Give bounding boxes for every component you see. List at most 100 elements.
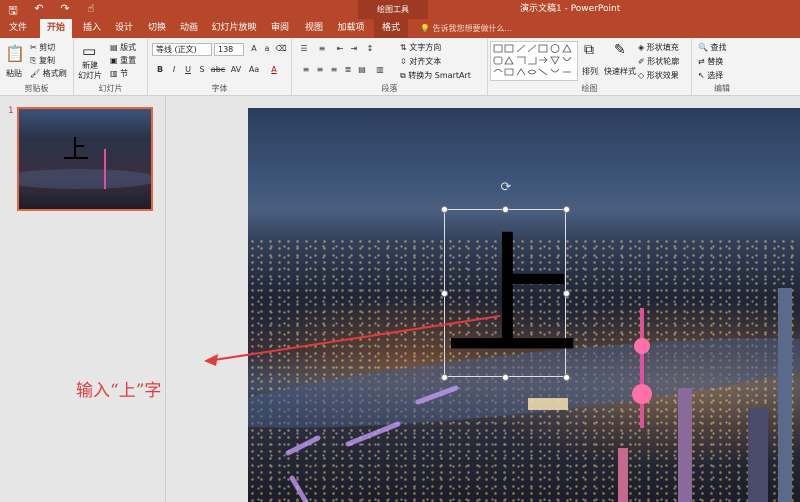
columns-icon[interactable]: ▥ [374,64,386,76]
effects-icon: ◇ [638,71,645,80]
shrink-font-icon[interactable]: a [261,43,273,55]
paste-button[interactable]: 粘贴 [6,68,22,79]
cursor-icon: ↖ [698,71,705,80]
paste-icon[interactable]: 📋 [5,44,25,63]
shape-effects-button[interactable]: ◇ 形状效果 [638,70,679,81]
replace-button[interactable]: ⇄ 替换 [698,56,723,67]
underline-button[interactable]: U [182,64,194,76]
search-icon: 🔍 [698,43,708,52]
align-text-icon: ⇳ [400,57,407,66]
line-spacing-icon[interactable]: ↕ [364,43,376,55]
decrease-indent-icon[interactable]: ⇤ [334,43,346,55]
resize-handle-bottom-right[interactable] [563,374,570,381]
slide-text-character[interactable]: 上 [444,218,580,378]
slides-group: ▭ 新建 幻灯片 ▤ 版式 ▣ 重置 ▥ 节 幻灯片 [74,38,148,96]
align-right-icon[interactable]: ≡ [328,64,340,76]
drawing-group: ⧉ 排列 ✎ 快速样式 ◈ 形状填充 ✐ 形状轮廓 ◇ 形状效果 绘图 [488,38,692,96]
tab-home[interactable]: 开始 [40,19,72,38]
tab-format[interactable]: 格式 [374,19,408,38]
new-slide-button-line2[interactable]: 幻灯片 [78,70,102,81]
copy-button[interactable]: ⎘ 复制 [30,55,55,66]
quick-styles-button[interactable]: 快速样式 [604,66,636,77]
new-slide-icon[interactable]: ▭ [82,42,96,60]
arrange-icon[interactable]: ⧉ [584,42,594,58]
numbering-icon[interactable]: ≡ [316,43,328,55]
align-left-icon[interactable]: ≡ [300,64,312,76]
ribbon: 📋 粘贴 ✂ 剪切 ⎘ 复制 🖌 格式刷 剪贴板 ▭ 新建 幻灯片 ▤ 版式 ▣… [0,38,800,96]
font-group: 等线 (正文) 138 A a ⌫ B I U S abc AV Aa A 字体 [148,38,292,96]
align-center-icon[interactable]: ≡ [314,64,326,76]
drawing-tools-label: 绘图工具 [358,0,428,19]
smartart-button[interactable]: ⧉ 转换为 SmartArt [400,70,471,81]
ribbon-tab-bar: 文件 开始 插入 设计 切换 动画 幻灯片放映 审阅 视图 加载项 格式 💡 告… [0,19,800,38]
resize-handle-top-left[interactable] [441,206,448,213]
annotation-text: 输入“上”字 [76,381,162,401]
find-button[interactable]: 🔍 查找 [698,42,727,53]
arrange-button[interactable]: 排列 [582,66,598,77]
title-bar: 🖫 ↶ ↷ ☝ 绘图工具 演示文稿1 - PowerPoint [0,0,800,19]
slide-number: 1 [8,106,14,116]
shape-outline-button[interactable]: ✐ 形状轮廓 [638,56,679,67]
font-name-select[interactable]: 等线 (正文) [152,43,212,56]
resize-handle-left[interactable] [441,290,448,297]
paragraph-group: ☰ ≡ ⇤ ⇥ ↕ ≡ ≡ ≡ ≣ ▤ ▥ ⇅ 文字方向 ⇳ 对齐文本 ⧉ 转换… [292,38,488,96]
editing-group: 🔍 查找 ⇄ 替换 ↖ 选择 编辑 [692,38,752,96]
reset-button[interactable]: ▣ 重置 [110,55,136,66]
shadow-button[interactable]: S [196,64,208,76]
bullets-icon[interactable]: ☰ [298,43,310,55]
tab-file[interactable]: 文件 [4,19,32,38]
bold-button[interactable]: B [154,64,166,76]
cut-button[interactable]: ✂ 剪切 [30,42,55,53]
distributed-icon[interactable]: ▤ [356,64,368,76]
tab-addins[interactable]: 加载项 [333,19,369,38]
select-button[interactable]: ↖ 选择 [698,70,723,81]
tab-animations[interactable]: 动画 [175,19,203,38]
justify-icon[interactable]: ≣ [342,64,354,76]
section-button[interactable]: ▥ 节 [110,68,128,79]
tell-me-search[interactable]: 💡 告诉我您想要做什么... [420,19,512,38]
clipboard-group-label: 剪贴板 [24,84,49,93]
paragraph-group-label: 段落 [381,84,398,93]
resize-handle-bottom[interactable] [502,374,509,381]
copy-icon: ⎘ [30,56,37,65]
resize-handle-bottom-left[interactable] [441,374,448,381]
tab-insert[interactable]: 插入 [78,19,106,38]
strikethrough-button[interactable]: abc [210,64,226,76]
editing-group-label: 编辑 [714,84,730,93]
grow-font-icon[interactable]: A [248,43,260,55]
change-case-button[interactable]: Aa [246,64,262,76]
resize-handle-right[interactable] [563,290,570,297]
clear-format-icon[interactable]: ⌫ [275,43,287,55]
shape-fill-button[interactable]: ◈ 形状填充 [638,42,679,53]
resize-handle-top-right[interactable] [563,206,570,213]
pen-icon: ✐ [638,57,645,66]
tab-slideshow[interactable]: 幻灯片放映 [208,19,260,38]
shapes-gallery-icons [493,44,572,76]
rotate-handle-icon[interactable]: ⟳ [499,181,513,195]
section-icon: ▥ [110,69,118,78]
slide-thumbnail[interactable] [0,107,159,211]
tab-view[interactable]: 视图 [300,19,328,38]
clipboard-group: 📋 粘贴 ✂ 剪切 ⎘ 复制 🖌 格式刷 剪贴板 [0,38,74,96]
quick-styles-icon[interactable]: ✎ [614,42,626,58]
tab-design[interactable]: 设计 [110,19,138,38]
font-size-select[interactable]: 138 [214,43,244,56]
font-color-button[interactable]: A [268,64,280,76]
replace-icon: ⇄ [698,57,705,66]
shapes-gallery[interactable] [490,41,578,81]
increase-indent-icon[interactable]: ⇥ [348,43,360,55]
tab-review[interactable]: 审阅 [266,19,294,38]
layout-button[interactable]: ▤ 版式 [110,42,136,53]
layout-icon: ▤ [110,43,118,52]
char-spacing-button[interactable]: AV [228,64,244,76]
tab-transitions[interactable]: 切换 [143,19,171,38]
format-painter-button[interactable]: 🖌 格式刷 [30,68,67,79]
brush-icon: 🖌 [30,69,41,78]
italic-button[interactable]: I [168,64,180,76]
text-direction-button[interactable]: ⇅ 文字方向 [400,42,441,53]
reset-icon: ▣ [110,56,118,65]
resize-handle-top[interactable] [502,206,509,213]
tell-me-text: 告诉我您想要做什么... [432,24,513,33]
align-text-button[interactable]: ⇳ 对齐文本 [400,56,441,67]
text-direction-icon: ⇅ [400,43,407,52]
